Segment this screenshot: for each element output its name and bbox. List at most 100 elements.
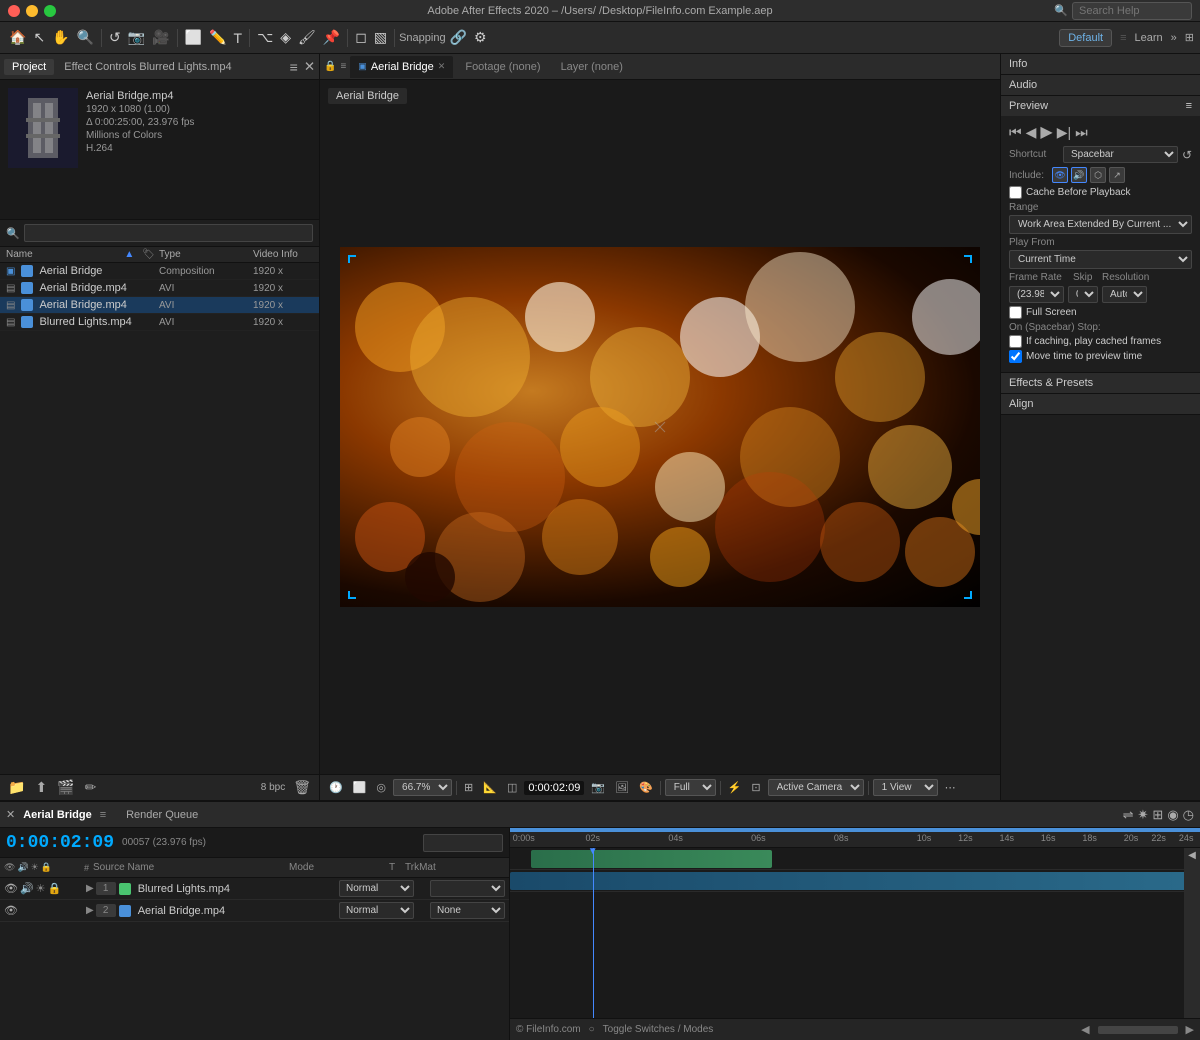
zoom-tool[interactable]: 🔍 — [74, 27, 97, 48]
camera2-tool[interactable]: 🎥 — [149, 27, 172, 48]
tl-ctrl-2[interactable]: ✷ — [1138, 807, 1149, 823]
ruler-toggle-btn[interactable]: 📐 — [480, 780, 500, 795]
skip-select[interactable]: 0 — [1068, 286, 1098, 303]
camera-tool[interactable]: 📷 — [125, 27, 148, 48]
transparency-btn[interactable]: ⊡ — [748, 780, 763, 795]
fullscreen-checkbox[interactable] — [1009, 306, 1022, 319]
include-overlay-icon[interactable]: ⬡ — [1090, 167, 1106, 183]
learn-button[interactable]: Learn — [1135, 32, 1163, 44]
audio-section-header[interactable]: Audio — [1001, 75, 1200, 95]
prev-frame-btn[interactable]: ◀ — [1026, 124, 1037, 141]
snap-options[interactable]: ⚙ — [471, 27, 490, 48]
resolution-select-preview[interactable]: Auto — [1102, 286, 1147, 303]
fast-preview-btn[interactable]: ⚡ — [725, 780, 745, 795]
snapshot-btn[interactable]: 📷 — [588, 780, 608, 795]
clone-tool[interactable]: ⌥ — [254, 27, 276, 48]
show-snapshot-btn[interactable]: 🖼 — [612, 780, 632, 795]
paint-tool[interactable]: 🖌 — [295, 27, 319, 48]
first-frame-btn[interactable]: ⏮ — [1009, 124, 1022, 141]
tab-close-icon[interactable]: ✕ — [438, 61, 446, 72]
snap-toggle[interactable]: 🔗 — [447, 27, 470, 48]
tab-effect-controls[interactable]: Effect Controls Blurred Lights.mp4 — [56, 59, 239, 75]
range-select[interactable]: Work Area Extended By Current ... — [1009, 215, 1192, 234]
rotate-tool[interactable]: ↺ — [106, 27, 124, 48]
toggle-switches-btn[interactable]: Toggle Switches / Modes — [603, 1024, 714, 1035]
more-options-icon[interactable]: » — [1171, 32, 1177, 44]
resolution-select[interactable]: Full Half Auto — [665, 779, 716, 796]
workspace-selector[interactable]: Default — [1059, 29, 1112, 47]
viewer-options-btn[interactable]: ⋯ — [942, 780, 959, 795]
mask-btn[interactable]: ◫ — [504, 780, 520, 795]
cache-checkbox[interactable] — [1009, 186, 1022, 199]
preview-menu-icon[interactable]: ≡ — [1186, 100, 1192, 112]
maximize-button[interactable] — [44, 5, 56, 17]
framerate-select[interactable]: (23.98) — [1009, 286, 1064, 303]
grid-btn[interactable]: ⊞ — [461, 780, 476, 795]
new-folder-icon[interactable]: 📁 — [6, 778, 27, 797]
layer-1-lock-icon[interactable]: 🔒 — [48, 882, 62, 895]
file-row-aerial-mp4-1[interactable]: ▤ Aerial Bridge.mp4 AVI 1920 x — [0, 280, 319, 297]
panel-menu-icon[interactable]: ≡ — [290, 59, 298, 75]
render-queue-button[interactable]: Render Queue — [126, 809, 198, 821]
tl-ctrl-5[interactable]: ◷ — [1183, 807, 1194, 823]
layer-1-trkmat[interactable] — [430, 880, 505, 897]
next-frame-btn[interactable]: ▶| — [1057, 124, 1071, 141]
tab-layer[interactable]: Layer (none) — [553, 59, 631, 75]
layer-2-trkmat[interactable]: None — [430, 902, 505, 919]
layer-2-mode[interactable]: Normal — [339, 902, 414, 919]
caching-checkbox[interactable] — [1009, 335, 1022, 348]
pen-tool[interactable]: ✏️ — [206, 27, 229, 48]
file-row-blurred-lights[interactable]: ▤ Blurred Lights.mp4 AVI 1920 x — [0, 314, 319, 331]
include-audio-icon[interactable]: 🔊 — [1071, 167, 1087, 183]
color-btn[interactable]: 🎨 — [636, 780, 656, 795]
shortcut-select[interactable]: Spacebar — [1063, 146, 1178, 163]
include-video-icon[interactable]: 👁 — [1052, 167, 1068, 183]
text-tool[interactable]: T — [231, 28, 246, 48]
shape-tool[interactable]: ◻ — [352, 27, 370, 48]
timeline-search-input[interactable] — [423, 834, 503, 852]
panels-icon[interactable]: ⊞ — [1185, 31, 1194, 44]
layer-row-1[interactable]: 👁 🔊 ☀ 🔒 ▶ 1 Blurred Lights.mp4 Normal — [0, 878, 509, 900]
file-row-aerial-mp4-2[interactable]: ▤ Aerial Bridge.mp4 AVI 1920 x — [0, 297, 319, 314]
home-tool[interactable]: 🏠 — [6, 27, 29, 48]
layer-1-audio-icon[interactable]: 🔊 — [20, 882, 34, 895]
select-tool[interactable]: ↖ — [30, 27, 48, 48]
new-comp-from-footage-icon[interactable]: 🎬 — [55, 778, 76, 797]
alpha-btn[interactable]: ◎ — [373, 780, 389, 795]
clip-aerial-bridge[interactable] — [510, 872, 1200, 890]
layer-1-vis-icon[interactable]: 👁 — [4, 882, 18, 895]
panel-close-icon[interactable]: ✕ — [304, 59, 315, 75]
tl-nav-left[interactable]: ◀ — [1081, 1023, 1089, 1036]
search-help-input[interactable] — [1072, 2, 1192, 20]
project-search-input[interactable] — [24, 224, 313, 242]
close-button[interactable] — [8, 5, 20, 17]
layer-2-expand[interactable]: ▶ — [84, 905, 96, 916]
tl-nav-right[interactable]: ▶ — [1186, 1023, 1194, 1036]
import-icon[interactable]: ⬆ — [33, 778, 49, 797]
hand-tool[interactable]: ✋ — [49, 27, 72, 48]
layer-1-mode[interactable]: Normal — [339, 880, 414, 897]
camera-select[interactable]: Active Camera — [768, 779, 864, 796]
info-section-header[interactable]: Info — [1001, 54, 1200, 74]
view-select[interactable]: 1 View 2 Views — [873, 779, 938, 796]
file-row-aerial-bridge-comp[interactable]: ▣ Aerial Bridge Composition 1920 x — [0, 263, 319, 280]
timeline-timecode[interactable]: 0:00:02:09 — [6, 833, 114, 853]
align-section-header[interactable]: Align — [1001, 394, 1200, 414]
tl-ctrl-1[interactable]: ⇌ — [1123, 807, 1134, 823]
play-btn[interactable]: ▶ — [1040, 122, 1052, 142]
fill-tool[interactable]: ▧ — [371, 27, 390, 48]
layer-row-2[interactable]: 👁 ▶ 2 Aerial Bridge.mp4 Normal None — [0, 900, 509, 922]
eraser-tool[interactable]: ◈ — [277, 27, 294, 48]
zoom-select[interactable]: 66.7% 50% 100% — [393, 779, 452, 796]
layer-1-expand[interactable]: ▶ — [84, 883, 96, 894]
tab-project[interactable]: Project — [4, 59, 54, 75]
tl-nav-bar[interactable] — [1098, 1026, 1178, 1034]
timeline-icon[interactable]: 🕐 — [326, 780, 346, 795]
tab-composition[interactable]: ▣ Aerial Bridge ✕ — [350, 56, 453, 78]
clip-blurred-lights[interactable] — [531, 850, 773, 868]
move-time-checkbox[interactable] — [1009, 350, 1022, 363]
delete-item-icon[interactable]: 🗑 — [291, 778, 313, 797]
rect-tool[interactable]: ⬜ — [182, 27, 205, 48]
viewer-display-btn[interactable]: ⬜ — [350, 780, 370, 795]
last-frame-btn[interactable]: ⏭ — [1075, 124, 1088, 141]
